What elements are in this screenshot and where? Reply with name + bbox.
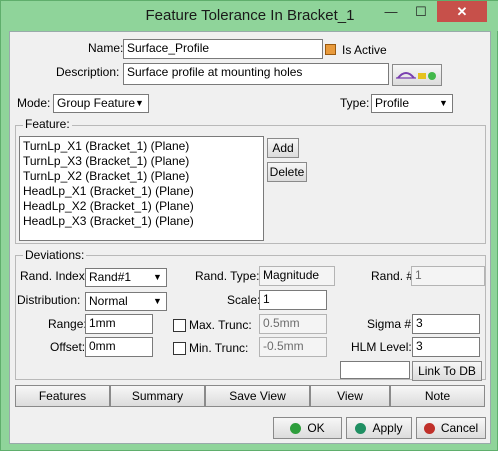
is-active-checkbox[interactable] bbox=[325, 44, 336, 55]
list-item[interactable]: TurnLp_X2 (Bracket_1) (Plane) bbox=[23, 169, 260, 184]
maximize-icon[interactable]: ☐ bbox=[407, 1, 435, 22]
scale-label: Scale: bbox=[227, 293, 261, 307]
chevron-down-icon: ▼ bbox=[135, 98, 144, 108]
rand-index-label: Rand. Index: bbox=[20, 269, 89, 283]
chevron-down-icon: ▼ bbox=[153, 272, 162, 282]
rand-number-label: Rand. # bbox=[371, 269, 414, 283]
cancel-label: Cancel bbox=[440, 421, 479, 435]
list-item[interactable]: HeadLp_X1 (Bracket_1) (Plane) bbox=[23, 184, 260, 199]
ok-icon bbox=[290, 423, 302, 434]
name-field[interactable]: Surface_Profile bbox=[123, 39, 323, 59]
rand-type-label: Rand. Type: bbox=[195, 269, 260, 283]
range-field[interactable]: 1mm bbox=[85, 314, 153, 334]
feature-group-label: Feature: bbox=[23, 117, 72, 131]
cancel-button[interactable]: Cancel bbox=[416, 417, 486, 439]
is-active-label: Is Active bbox=[342, 43, 387, 57]
apply-icon bbox=[355, 423, 367, 434]
link-db-status-field bbox=[340, 361, 410, 379]
list-item[interactable]: HeadLp_X2 (Bracket_1) (Plane) bbox=[23, 199, 260, 214]
rand-index-dropdown[interactable]: Rand#1 ▼ bbox=[85, 268, 167, 287]
scale-field[interactable]: 1 bbox=[259, 290, 327, 310]
hlm-level-field[interactable]: 3 bbox=[412, 337, 480, 357]
feature-list[interactable]: TurnLp_X1 (Bracket_1) (Plane) TurnLp_X3 … bbox=[19, 136, 264, 241]
max-trunc-field: 0.5mm bbox=[259, 314, 327, 334]
tab-note[interactable]: Note bbox=[390, 385, 485, 407]
title-bar[interactable]: Feature Tolerance In Bracket_1 — ☐ ✕ bbox=[1, 1, 498, 31]
distribution-value: Normal bbox=[89, 294, 128, 308]
mode-dropdown[interactable]: Group Feature ▼ bbox=[53, 94, 149, 113]
chevron-down-icon: ▼ bbox=[439, 98, 448, 108]
type-value: Profile bbox=[375, 96, 410, 110]
hlm-level-label: HLM Level: bbox=[351, 340, 412, 354]
measure-icon bbox=[396, 72, 436, 80]
max-trunc-checkbox[interactable] bbox=[173, 319, 186, 332]
cancel-icon bbox=[423, 423, 435, 434]
mode-label: Mode: bbox=[17, 96, 51, 110]
tab-features[interactable]: Features bbox=[15, 385, 110, 407]
list-item[interactable]: TurnLp_X1 (Bracket_1) (Plane) bbox=[23, 139, 260, 154]
sigma-field[interactable]: 3 bbox=[412, 314, 480, 334]
rand-index-value: Rand#1 bbox=[89, 270, 132, 284]
delete-button[interactable]: Delete bbox=[267, 162, 307, 182]
dialog-window: Feature Tolerance In Bracket_1 — ☐ ✕ Nam… bbox=[0, 0, 498, 451]
tab-save-view[interactable]: Save View bbox=[205, 385, 310, 407]
ok-label: OK bbox=[307, 421, 325, 435]
rand-number-field: 1 bbox=[411, 266, 485, 286]
type-label: Type: bbox=[340, 96, 370, 110]
min-trunc-label: Min. Trunc: bbox=[189, 341, 249, 355]
minimize-icon[interactable]: — bbox=[377, 1, 405, 22]
list-item[interactable]: HeadLp_X3 (Bracket_1) (Plane) bbox=[23, 214, 260, 229]
apply-label: Apply bbox=[372, 421, 403, 435]
add-button[interactable]: Add bbox=[267, 138, 299, 158]
offset-field[interactable]: 0mm bbox=[85, 337, 153, 357]
sigma-label: Sigma # bbox=[367, 317, 412, 331]
offset-label: Offset: bbox=[50, 340, 86, 354]
apply-button[interactable]: Apply bbox=[346, 417, 412, 439]
deviations-group-label: Deviations: bbox=[23, 248, 87, 262]
list-item[interactable]: TurnLp_X3 (Bracket_1) (Plane) bbox=[23, 154, 260, 169]
description-field[interactable]: Surface profile at mounting holes bbox=[123, 63, 389, 85]
rand-type-field: Magnitude bbox=[259, 266, 335, 286]
name-label: Name: bbox=[88, 41, 124, 55]
min-trunc-field: -0.5mm bbox=[259, 337, 327, 357]
close-icon[interactable]: ✕ bbox=[437, 1, 487, 22]
tab-summary[interactable]: Summary bbox=[110, 385, 205, 407]
max-trunc-label: Max. Trunc: bbox=[189, 318, 252, 332]
chevron-down-icon: ▼ bbox=[153, 296, 162, 306]
distribution-dropdown[interactable]: Normal ▼ bbox=[85, 292, 167, 311]
range-label: Range: bbox=[48, 317, 87, 331]
mode-value: Group Feature bbox=[57, 96, 136, 110]
tab-view[interactable]: View bbox=[310, 385, 390, 407]
ok-button[interactable]: OK bbox=[273, 417, 342, 439]
min-trunc-checkbox[interactable] bbox=[173, 342, 186, 355]
link-to-db-button[interactable]: Link To DB bbox=[412, 361, 482, 381]
dialog-client-area: Name: Surface_Profile Is Active Descript… bbox=[9, 31, 491, 444]
measure-button[interactable] bbox=[392, 64, 442, 86]
type-dropdown[interactable]: Profile ▼ bbox=[371, 94, 453, 113]
distribution-label: Distribution: bbox=[17, 293, 81, 307]
description-label: Description: bbox=[56, 65, 120, 79]
